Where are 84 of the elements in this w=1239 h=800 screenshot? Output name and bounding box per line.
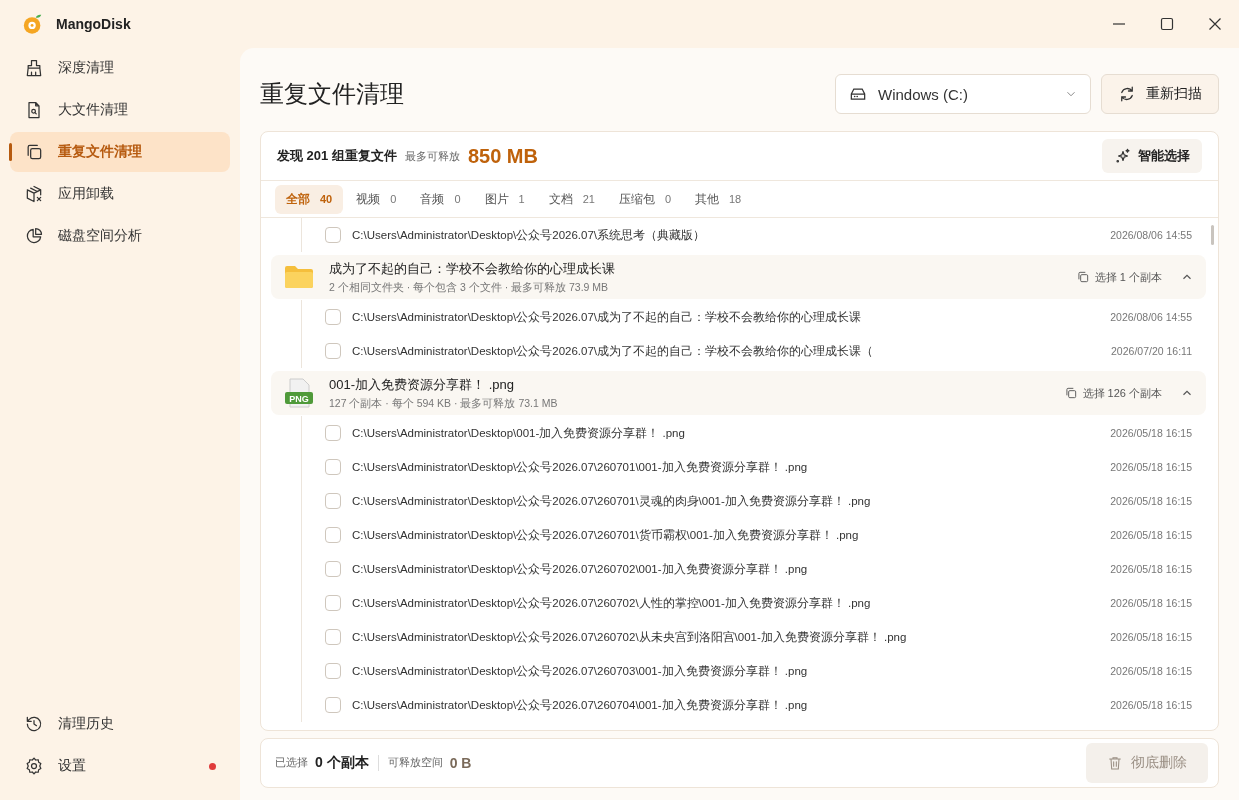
file-path: C:\Users\Administrator\Desktop\公众号2026.07\成为了不起的自己：学校不会教给你的心理成长课（ <box>352 343 874 359</box>
group-title: 成为了不起的自己：学校不会教给你的心理成长课 <box>329 259 616 278</box>
modified-date: 2026/05/18 16:15 <box>1110 631 1192 644</box>
trash-icon <box>1107 755 1123 771</box>
maximize-icon <box>1160 17 1174 31</box>
max-free-value: 850 MB <box>467 144 538 168</box>
settings-icon <box>24 756 44 776</box>
modified-date: 2026/05/18 16:15 <box>1110 529 1192 542</box>
modified-date: 2026/08/06 14:55 <box>1110 311 1192 324</box>
filter-tab[interactable]: 其他 18 <box>684 184 753 214</box>
file-path: C:\Users\Administrator\Desktop\公众号2026.07\260701\灵魂的肉身\001-加入免费资源分享群！ .png <box>352 493 872 509</box>
file-path: C:\Users\Administrator\Desktop\公众号2026.07\系统思考（典藏版） <box>352 227 706 243</box>
free-space-label: 可释放空间 <box>387 756 443 770</box>
sidebar-item[interactable]: 设置 <box>10 746 230 786</box>
selected-count: 0 个副本 <box>315 754 369 772</box>
file-path: C:\Users\Administrator\Desktop\公众号2026.07\成为了不起的自己：学校不会教给你的心理成长课 <box>352 309 862 325</box>
checkbox[interactable] <box>325 459 341 476</box>
close-icon <box>1208 17 1222 31</box>
modified-date: 2026/05/18 16:15 <box>1110 427 1192 440</box>
copy-icon <box>1063 386 1078 401</box>
checkbox[interactable] <box>325 425 341 442</box>
summary-text: 发现 201 组重复文件 <box>277 147 397 166</box>
checkbox[interactable] <box>325 561 341 578</box>
checkbox[interactable] <box>325 697 341 714</box>
filter-tab[interactable]: 音频 0 <box>409 184 472 214</box>
checkbox[interactable] <box>325 227 341 244</box>
modified-date: 2026/05/18 16:15 <box>1110 563 1192 576</box>
checkbox[interactable] <box>325 527 341 544</box>
group-details: 127 个副本 · 每个 594 KB · 最多可释放 73.1 MB <box>329 396 559 411</box>
pie-chart-icon <box>24 226 44 246</box>
mango-logo-icon <box>22 13 44 35</box>
sidebar-item[interactable]: 应用卸载 <box>10 174 230 214</box>
page-title: 重复文件清理 <box>260 79 404 110</box>
checkbox[interactable] <box>325 595 341 612</box>
modified-date: 2026/07/20 16:11 <box>1111 345 1192 358</box>
filter-tab[interactable]: 压缩包 0 <box>607 184 682 214</box>
file-path: C:\Users\Administrator\Desktop\公众号2026.07\260702\001-加入免费资源分享群！ .png <box>352 561 809 577</box>
modified-date: 2026/05/18 16:15 <box>1110 665 1192 678</box>
modified-date: 2026/05/18 16:15 <box>1110 495 1192 508</box>
package-remove-icon <box>24 184 44 204</box>
smart-select-button[interactable]: 智能选择 <box>1102 139 1202 174</box>
broom-icon <box>24 58 44 78</box>
file-path: C:\Users\Administrator\Desktop\公众号2026.07\260703\001-加入免费资源分享群！ .png <box>352 663 809 679</box>
checkbox[interactable] <box>325 629 341 646</box>
duplicate-group-header[interactable]: PNG 001-加入免费资源分享群！ .png 127 个副本 · 每个 594 KB · 最多可释放 73.1 MB 选择 126 个副本 <box>271 371 1206 416</box>
checkbox[interactable] <box>325 663 341 680</box>
drive-dropdown[interactable]: Windows (C:) <box>835 74 1091 115</box>
duplicate-group-header[interactable]: 成为了不起的自己：学校不会教给你的心理成长课 2 个相同文件夹 · 每个包含 3 个文件 · 最多可释放 73.9 MB 选择 1 个副本 <box>271 255 1206 300</box>
sidebar-item[interactable]: 大文件清理 <box>10 90 230 130</box>
sidebar-item[interactable]: 磁盘空间分析 <box>10 216 230 256</box>
selected-label: 已选择 <box>275 756 308 770</box>
refresh-icon <box>1118 85 1136 104</box>
group-details: 2 个相同文件夹 · 每个包含 3 个文件 · 最多可释放 73.9 MB <box>329 280 610 295</box>
app-name: MangoDisk <box>56 16 131 32</box>
file-path: C:\Users\Administrator\Desktop\公众号2026.07\260701\货币霸权\001-加入免费资源分享群！ .png <box>352 527 860 543</box>
sparkle-icon <box>1114 147 1132 166</box>
modified-date: 2026/05/18 16:15 <box>1110 597 1192 610</box>
group-title: 001-加入免费资源分享群！ .png <box>329 375 515 394</box>
file-path: C:\Users\Administrator\Desktop\公众号2026.07\260701\001-加入免费资源分享群！ .png <box>352 459 809 475</box>
file-path: C:\Users\Administrator\Desktop\001-加入免费资源分享群！ .png <box>352 425 686 441</box>
modified-date: 2026/08/06 14:55 <box>1110 229 1192 242</box>
checkbox[interactable] <box>325 309 341 326</box>
file-path: C:\Users\Administrator\Desktop\公众号2026.07\260702\从未央宫到洛阳宫\001-加入免费资源分享群！ .png <box>352 629 908 645</box>
max-free-label: 最多可释放 <box>404 148 460 164</box>
scrollbar[interactable] <box>1211 225 1214 246</box>
copy-icon <box>1075 270 1090 285</box>
checkbox[interactable] <box>325 343 341 360</box>
filter-tab[interactable]: 文档 21 <box>537 184 606 214</box>
select-copies-button[interactable]: 选择 1 个副本 <box>1075 269 1162 285</box>
sidebar-item[interactable]: 深度清理 <box>10 48 230 88</box>
filter-tab[interactable]: 图片 1 <box>473 184 536 214</box>
file-path: C:\Users\Administrator\Desktop\公众号2026.07\260702\人性的掌控\001-加入免费资源分享群！ .png <box>352 595 872 611</box>
modified-date: 2026/05/18 16:15 <box>1110 461 1192 474</box>
free-space-value: 0 B <box>449 755 472 771</box>
rescan-button[interactable]: 重新扫描 <box>1101 74 1219 115</box>
file-path: C:\Users\Administrator\Desktop\公众号2026.07\260704\001-加入免费资源分享群！ .png <box>352 697 809 713</box>
modified-date: 2026/05/18 16:15 <box>1110 699 1192 712</box>
select-copies-button[interactable]: 选择 126 个副本 <box>1063 385 1162 401</box>
sidebar-item[interactable]: 清理历史 <box>10 704 230 744</box>
filter-tab[interactable]: 视频 0 <box>345 184 408 214</box>
history-icon <box>24 714 44 734</box>
checkbox[interactable] <box>325 493 341 510</box>
sidebar-item[interactable]: 重复文件清理 <box>10 132 230 172</box>
filter-tab[interactable]: 全部 40 <box>275 184 344 214</box>
